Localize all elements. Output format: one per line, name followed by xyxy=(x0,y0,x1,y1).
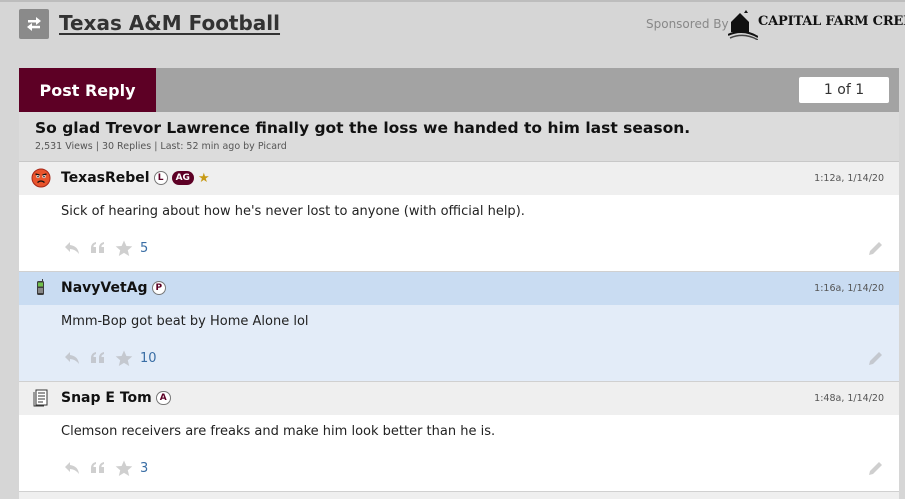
username-link[interactable]: TexasRebel L AG ★ xyxy=(61,170,210,186)
forum-title-link[interactable]: Texas A&M Football xyxy=(59,11,280,35)
vote-count: 5 xyxy=(140,240,149,256)
star-icon xyxy=(115,460,133,476)
reply-button[interactable] xyxy=(61,238,83,258)
post-body: Mmm-Bop got beat by Home Alone lol xyxy=(61,314,309,329)
ag-badge: AG xyxy=(171,171,194,185)
post-actions: 3 xyxy=(61,458,148,478)
thread-toolbar: Post Reply 1 of 1 xyxy=(19,68,899,112)
username-text: Snap E Tom xyxy=(61,390,152,406)
lifetime-badge: L xyxy=(153,171,168,185)
sponsor-label: Sponsored By xyxy=(646,17,729,31)
post-header: Snap E Tom A 1:48a, 1/14/20 xyxy=(19,382,899,415)
document-icon xyxy=(33,389,48,407)
phone-icon xyxy=(37,279,44,295)
username-link[interactable]: Snap E Tom A xyxy=(61,390,171,406)
post-actions: 10 xyxy=(61,348,157,368)
pencil-icon xyxy=(869,242,882,255)
reply-icon xyxy=(65,462,79,474)
username-link[interactable]: NavyVetAg P xyxy=(61,280,167,296)
quote-icon xyxy=(91,242,104,253)
top-divider xyxy=(0,0,905,2)
reply-button[interactable] xyxy=(61,458,83,478)
post-actions: 5 xyxy=(61,238,148,258)
post-timestamp[interactable]: 1:48a, 1/14/20 xyxy=(814,393,884,404)
post-reply-button[interactable]: Post Reply xyxy=(19,68,156,112)
edit-button[interactable] xyxy=(867,239,885,257)
quote-button[interactable] xyxy=(87,238,109,258)
pencil-icon xyxy=(869,462,882,475)
avatar[interactable] xyxy=(31,168,51,188)
post: NavyVetAg P 1:16a, 1/14/20 Mmm-Bop got b… xyxy=(19,272,899,382)
star-icon xyxy=(115,240,133,256)
post-body: Clemson receivers are freaks and make hi… xyxy=(61,424,496,439)
swap-arrows-icon xyxy=(27,17,41,31)
quote-icon xyxy=(91,352,104,363)
pencil-icon xyxy=(869,352,882,365)
quote-button[interactable] xyxy=(87,348,109,368)
barn-icon xyxy=(728,10,758,40)
username-text: TexasRebel xyxy=(61,170,150,186)
edit-button[interactable] xyxy=(867,349,885,367)
reply-icon xyxy=(65,352,79,364)
post-timestamp[interactable]: 1:16a, 1/14/20 xyxy=(814,283,884,294)
thread-meta: 2,531 Views | 30 Replies | Last: 52 min … xyxy=(35,141,287,152)
username-text: NavyVetAg xyxy=(61,280,148,296)
sponsor-name: CAPITAL FARM CREDIT xyxy=(758,14,905,29)
star-icon xyxy=(115,350,133,366)
post-body: Sick of hearing about how he's never los… xyxy=(61,204,525,219)
edit-button[interactable] xyxy=(867,459,885,477)
star-vote-button[interactable] xyxy=(113,458,135,478)
post-header: TexasRebel L AG ★ 1:12a, 1/14/20 xyxy=(19,162,899,195)
post-header: NavyVetAg P 1:16a, 1/14/20 xyxy=(19,272,899,305)
thread-panel: Post Reply 1 of 1 So glad Trevor Lawrenc… xyxy=(19,68,899,499)
vote-count: 10 xyxy=(140,350,157,366)
post: Snap E Tom A 1:48a, 1/14/20 Clemson rece… xyxy=(19,382,899,492)
post: TexasRebel L AG ★ 1:12a, 1/14/20 Sick of… xyxy=(19,162,899,272)
reply-button[interactable] xyxy=(61,348,83,368)
vote-count: 3 xyxy=(140,460,149,476)
sponsor-logo[interactable]: CAPITAL FARM CREDIT xyxy=(728,8,905,40)
quote-icon xyxy=(91,462,104,473)
quote-button[interactable] xyxy=(87,458,109,478)
thread-title: So glad Trevor Lawrence finally got the … xyxy=(35,119,691,137)
page-indicator[interactable]: 1 of 1 xyxy=(799,77,889,103)
next-post-edge xyxy=(19,492,899,499)
thread-header: So glad Trevor Lawrence finally got the … xyxy=(19,112,899,162)
switch-forum-button[interactable] xyxy=(19,9,49,39)
post-timestamp[interactable]: 1:12a, 1/14/20 xyxy=(814,173,884,184)
star-vote-button[interactable] xyxy=(113,238,135,258)
premium-badge: P xyxy=(151,281,167,295)
avatar[interactable] xyxy=(31,388,51,408)
star-vote-button[interactable] xyxy=(113,348,135,368)
account-badge: A xyxy=(155,391,171,405)
reply-icon xyxy=(65,242,79,254)
star-icon: ★ xyxy=(197,170,210,186)
angry-face-icon xyxy=(31,168,51,188)
forum-header: Texas A&M Football Sponsored By CAPITAL … xyxy=(19,8,905,40)
avatar[interactable] xyxy=(31,278,51,298)
